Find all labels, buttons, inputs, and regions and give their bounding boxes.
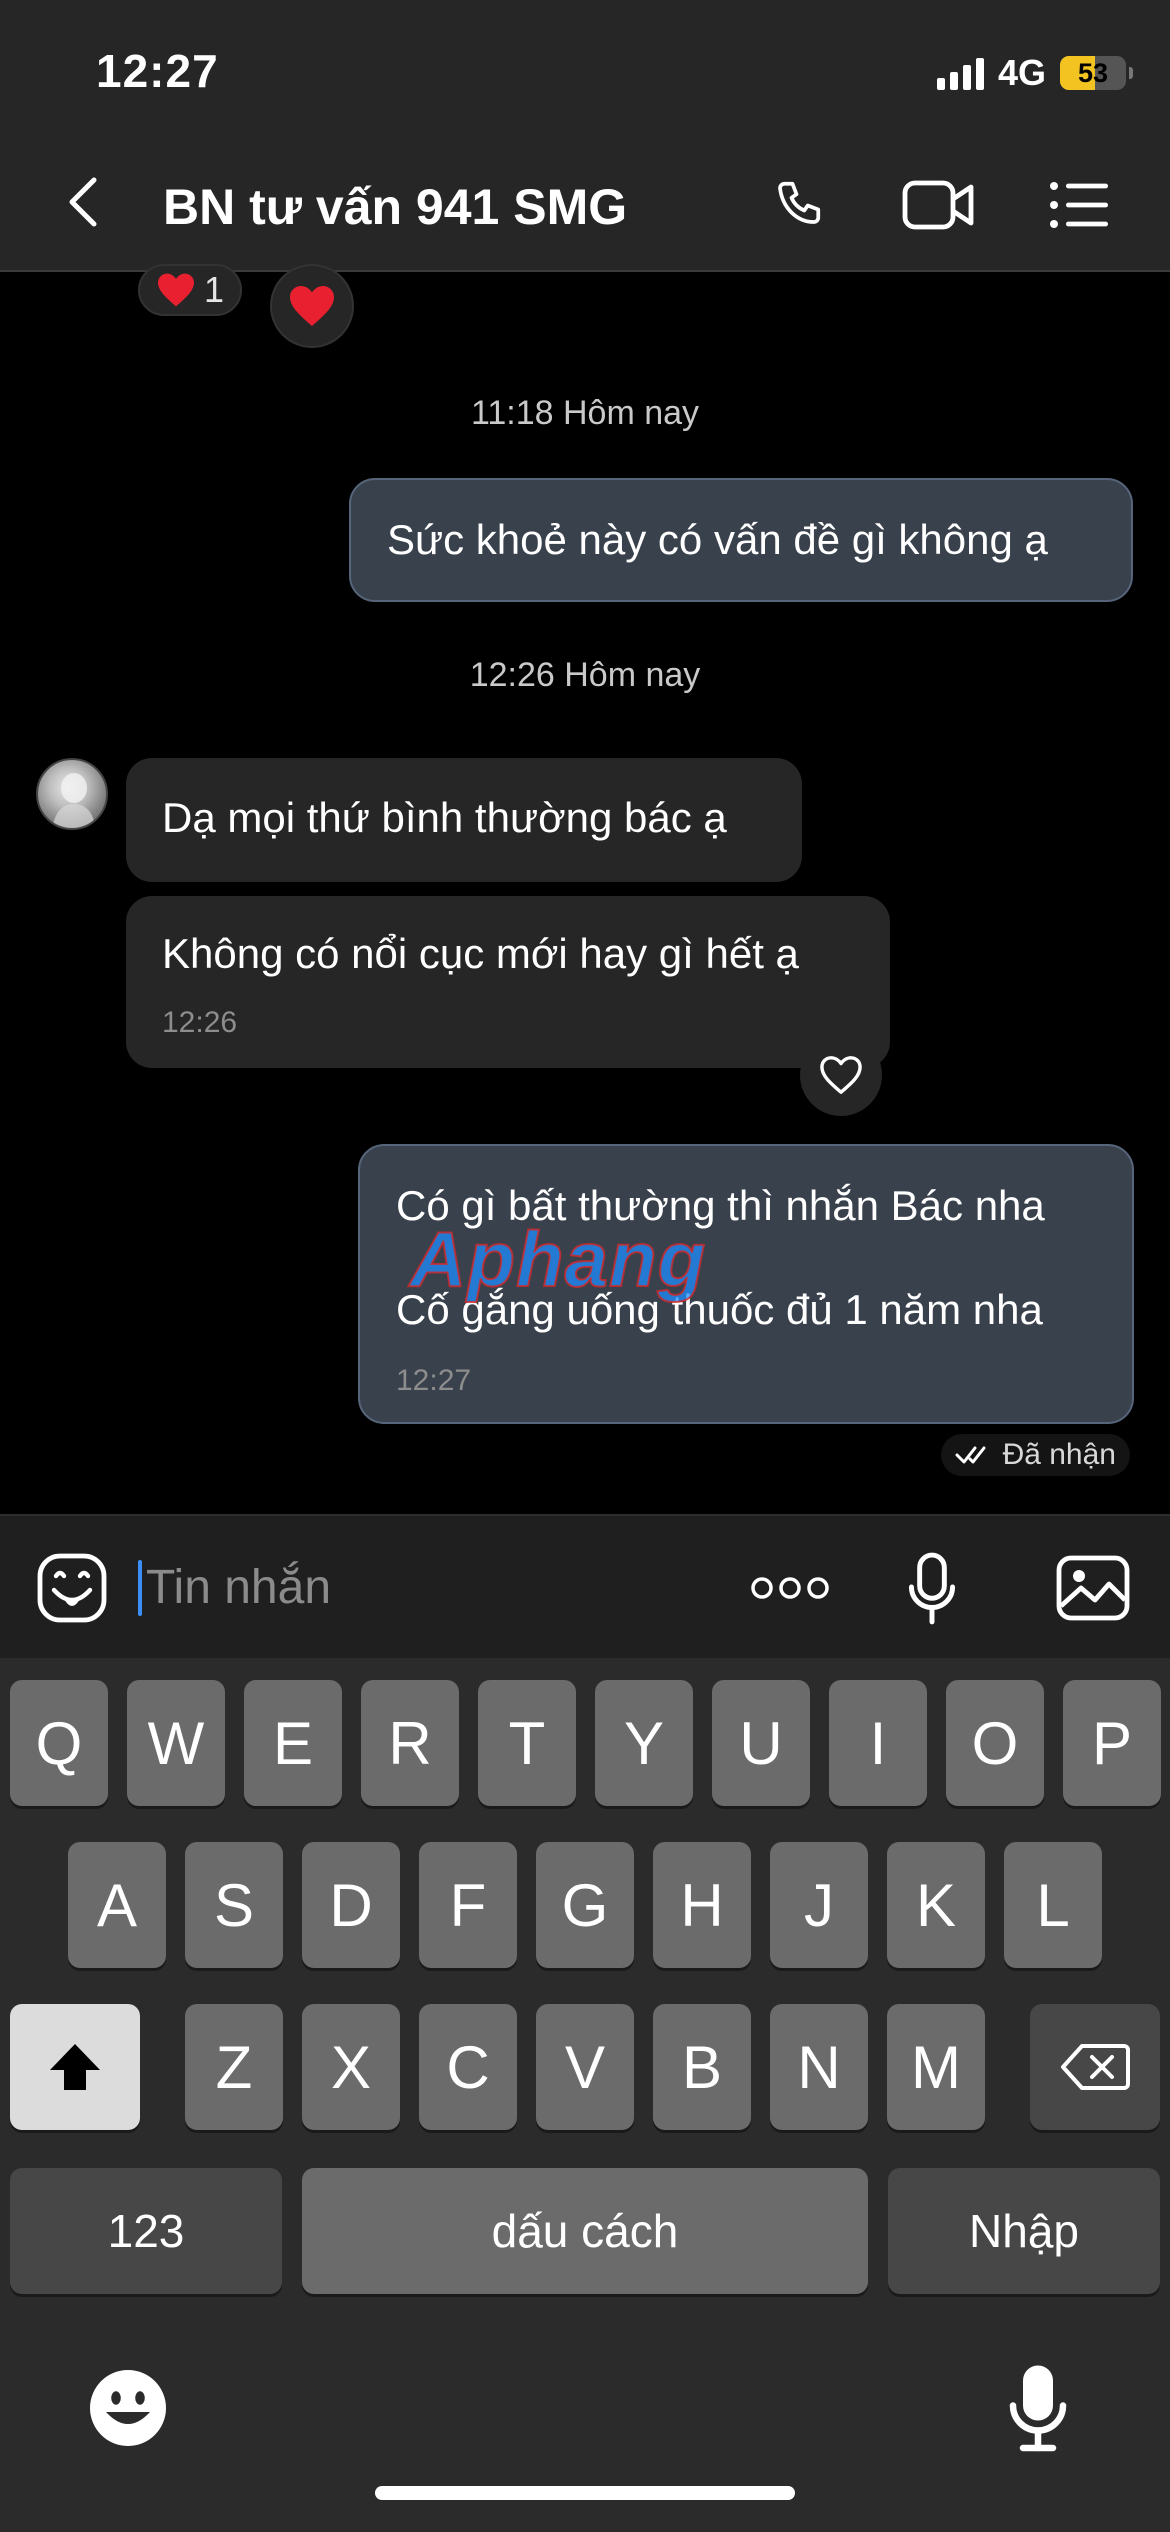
menu-button[interactable] bbox=[1046, 174, 1112, 236]
read-receipt-label: Đã nhận bbox=[1002, 1438, 1116, 1471]
message-time: 12:26 bbox=[162, 1006, 238, 1039]
more-icon bbox=[751, 1577, 829, 1599]
backspace-icon bbox=[1061, 2044, 1130, 2090]
conversation-title[interactable]: BN tư vấn 941 SMG bbox=[163, 178, 627, 236]
heart-outline-icon bbox=[820, 1056, 862, 1094]
key-b[interactable]: B bbox=[653, 2004, 751, 2130]
call-button[interactable] bbox=[770, 174, 834, 236]
return-key[interactable]: Nhập bbox=[888, 2168, 1160, 2294]
message-text: Sức khoẻ này có vấn đề gì không ạ bbox=[387, 516, 1048, 563]
key-z[interactable]: Z bbox=[185, 2004, 283, 2130]
avatar-photo bbox=[52, 773, 96, 828]
key-q[interactable]: Q bbox=[10, 1680, 108, 1806]
shift-arrow-icon bbox=[50, 2044, 100, 2090]
sticker-button[interactable] bbox=[36, 1552, 108, 1624]
react-heart-button[interactable] bbox=[800, 1034, 882, 1116]
more-button[interactable] bbox=[748, 1564, 832, 1612]
outgoing-message[interactable]: Có gì bất thường thì nhắn Bác nha Cố gắn… bbox=[358, 1144, 1134, 1424]
key-u[interactable]: U bbox=[712, 1680, 810, 1806]
voice-message-button[interactable] bbox=[904, 1550, 960, 1628]
avatar[interactable] bbox=[36, 758, 108, 830]
heart-icon bbox=[290, 286, 334, 326]
key-s[interactable]: S bbox=[185, 1842, 283, 1968]
react-heart-button[interactable] bbox=[270, 264, 354, 348]
key-d[interactable]: D bbox=[302, 1842, 400, 1968]
phone-icon bbox=[778, 181, 821, 224]
key-t[interactable]: T bbox=[478, 1680, 576, 1806]
message-text: Có gì bất thường thì nhắn Bác nha bbox=[396, 1182, 1045, 1229]
space-key[interactable]: dấu cách bbox=[302, 2168, 868, 2294]
double-check-icon bbox=[955, 1446, 986, 1464]
incoming-message[interactable]: Dạ mọi thứ bình thường bác ạ bbox=[126, 758, 802, 882]
network-type: 4G bbox=[997, 52, 1046, 93]
heart-icon bbox=[157, 273, 194, 307]
key-e[interactable]: E bbox=[244, 1680, 342, 1806]
key-f[interactable]: F bbox=[419, 1842, 517, 1968]
key-g[interactable]: G bbox=[536, 1842, 634, 1968]
numbers-key[interactable]: 123 bbox=[10, 2168, 282, 2294]
emoji-keyboard-button[interactable] bbox=[84, 2364, 172, 2452]
status-indicators: 4G 53 bbox=[936, 50, 1133, 96]
key-p[interactable]: P bbox=[1063, 1680, 1161, 1806]
read-receipt: Đã nhận bbox=[940, 1434, 1130, 1476]
key-c[interactable]: C bbox=[419, 2004, 517, 2130]
backspace-key[interactable] bbox=[1030, 2004, 1160, 2130]
key-v[interactable]: V bbox=[536, 2004, 634, 2130]
battery-level: 53 bbox=[1077, 57, 1109, 88]
message-time: 12:27 bbox=[396, 1364, 472, 1397]
video-call-button[interactable] bbox=[900, 174, 978, 236]
video-camera-icon bbox=[902, 180, 974, 230]
date-separator: 12:26 Hôm nay bbox=[469, 656, 701, 694]
message-text: Dạ mọi thứ bình thường bác ạ bbox=[162, 794, 727, 841]
microphone-icon bbox=[908, 1552, 956, 1625]
key-h[interactable]: H bbox=[653, 1842, 751, 1968]
image-picker-button[interactable] bbox=[1054, 1552, 1132, 1624]
reaction-count-badge[interactable]: 1 bbox=[138, 264, 242, 316]
shift-key[interactable] bbox=[10, 2004, 140, 2130]
incoming-message[interactable]: Không có nổi cục mới hay gì hết ạ 12:26 bbox=[126, 896, 890, 1068]
list-menu-icon bbox=[1050, 182, 1108, 228]
back-button[interactable] bbox=[60, 176, 112, 228]
key-m[interactable]: M bbox=[887, 2004, 985, 2130]
battery-icon: 53 bbox=[1060, 56, 1133, 90]
key-i[interactable]: I bbox=[829, 1680, 927, 1806]
microphone-icon bbox=[1009, 2365, 1067, 2452]
message-input[interactable] bbox=[146, 1554, 706, 1620]
message-text: Không có nổi cục mới hay gì hết ạ bbox=[162, 930, 799, 977]
sticker-icon bbox=[37, 1553, 107, 1623]
key-l[interactable]: L bbox=[1004, 1842, 1102, 1968]
dictation-button[interactable] bbox=[1004, 2362, 1072, 2454]
header-bar: 12:27 4G 53 BN tư vấn 941 SMG bbox=[0, 0, 1170, 272]
text-caret bbox=[138, 1560, 142, 1616]
key-k[interactable]: K bbox=[887, 1842, 985, 1968]
key-j[interactable]: J bbox=[770, 1842, 868, 1968]
key-a[interactable]: A bbox=[68, 1842, 166, 1968]
chat-thread[interactable]: 1 11:18 Hôm nay Sức khoẻ này có vấn đề g… bbox=[0, 264, 1170, 1514]
key-w[interactable]: W bbox=[127, 1680, 225, 1806]
key-x[interactable]: X bbox=[302, 2004, 400, 2130]
reaction-count: 1 bbox=[203, 269, 225, 310]
image-icon bbox=[1056, 1555, 1130, 1621]
signal-icon bbox=[936, 56, 984, 90]
outgoing-message[interactable]: Sức khoẻ này có vấn đề gì không ạ bbox=[349, 478, 1133, 602]
home-indicator[interactable] bbox=[375, 2486, 795, 2500]
chevron-left-icon bbox=[69, 177, 97, 227]
key-y[interactable]: Y bbox=[595, 1680, 693, 1806]
date-separator: 11:18 Hôm nay bbox=[470, 394, 700, 432]
key-o[interactable]: O bbox=[946, 1680, 1044, 1806]
key-r[interactable]: R bbox=[361, 1680, 459, 1806]
message-text: Cố gắng uống thuốc đủ 1 năm nha bbox=[396, 1286, 1043, 1333]
emoji-icon bbox=[90, 2370, 166, 2446]
status-time: 12:27 bbox=[96, 45, 219, 97]
key-n[interactable]: N bbox=[770, 2004, 868, 2130]
on-screen-keyboard: Q W E R T Y U I O P A S D F G H J K L Z … bbox=[0, 1658, 1170, 2532]
message-composer bbox=[0, 1514, 1170, 1658]
